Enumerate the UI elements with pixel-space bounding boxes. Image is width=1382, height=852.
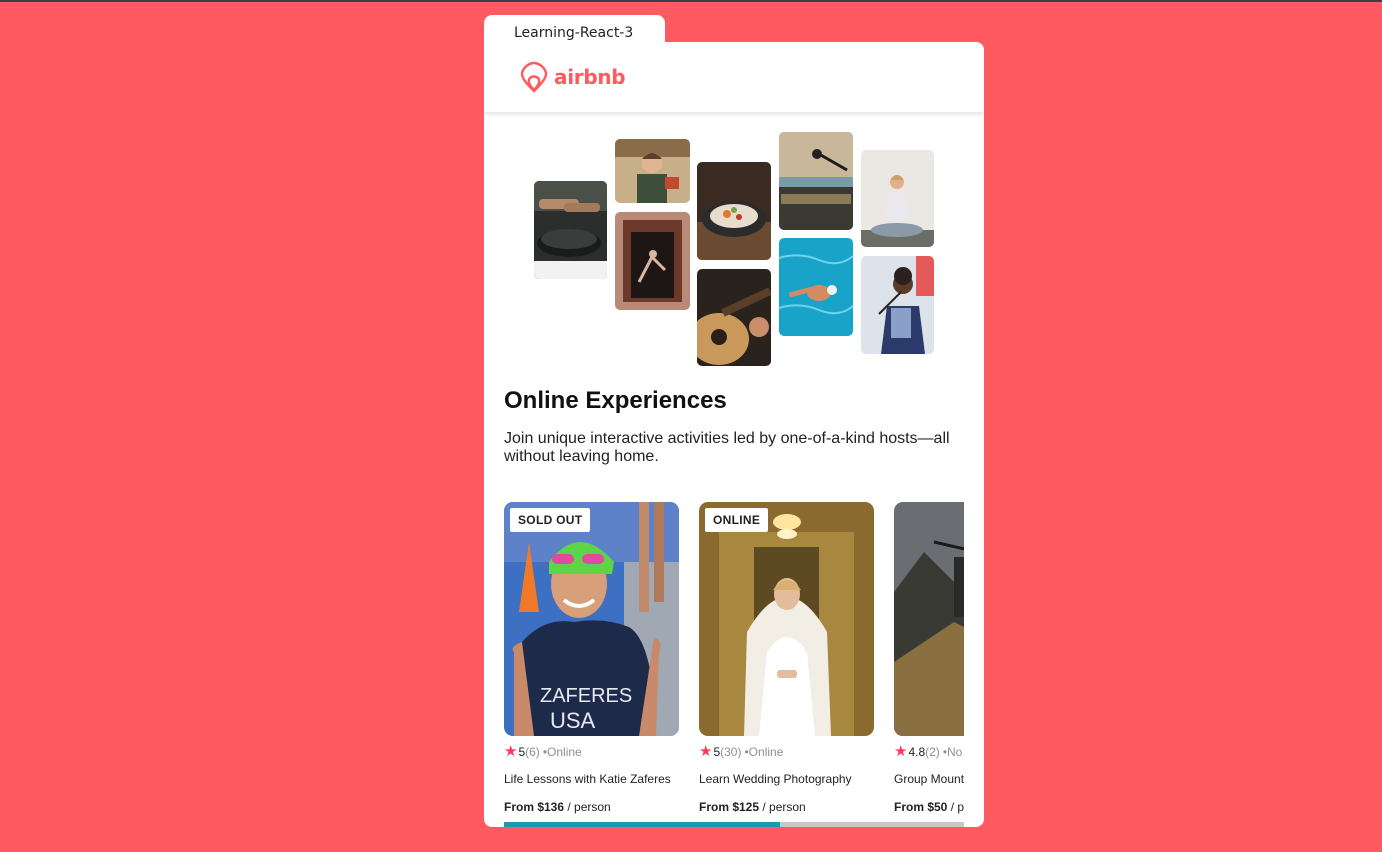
- hero-title: Online Experiences: [504, 387, 727, 414]
- card-price-unit: / person: [564, 800, 611, 814]
- card-title: Learn Wedding Photography: [699, 772, 852, 786]
- card-price: From $136 / person: [504, 800, 679, 814]
- meditation-photo: [861, 150, 934, 247]
- app-panel: airbnb Online Experiences Join unique in…: [484, 42, 984, 827]
- card-rating: 4.8: [908, 745, 926, 759]
- card-price-amount: From $50: [894, 800, 948, 814]
- card-price: From $50 / p: [894, 800, 964, 814]
- experience-card[interactable]: ZAFERES USA SOLD OUT ★ 5 (6) •Online Lif…: [504, 502, 679, 814]
- dancer-doorway-photo: [615, 212, 690, 310]
- card-location: •No: [942, 745, 963, 759]
- scrollbar-thumb[interactable]: [504, 822, 780, 827]
- woman-chef-photo: [615, 139, 690, 203]
- card-rating: 5: [518, 745, 526, 759]
- card-title: Life Lessons with Katie Zaferes: [504, 772, 671, 786]
- airbnb-logo[interactable]: airbnb: [519, 61, 626, 93]
- card-location: •Online: [744, 745, 784, 759]
- card-title: Group Mount: [894, 772, 964, 786]
- navbar: airbnb: [484, 42, 984, 112]
- brand-name: airbnb: [554, 65, 626, 89]
- card-price-amount: From $136: [504, 800, 565, 814]
- card-stats: ★ 4.8 (2) •No: [894, 743, 964, 760]
- star-icon: ★: [504, 743, 518, 760]
- card-review-count: (30): [720, 745, 742, 759]
- card-review-count: (6): [525, 745, 540, 759]
- status-badge: SOLD OUT: [510, 508, 591, 532]
- star-icon: ★: [894, 743, 908, 760]
- mountain-biker-photo: [894, 502, 964, 736]
- card-price-amount: From $125: [699, 800, 760, 814]
- card-price: From $125 / person: [699, 800, 874, 814]
- experience-card[interactable]: ONLINE ★ 5 (30) •Online Learn Wedding Ph…: [699, 502, 874, 814]
- bride-photo: ONLINE: [699, 502, 874, 736]
- star-icon: ★: [699, 743, 713, 760]
- tab-title: Learning-React-3: [514, 25, 634, 41]
- window-top-border: [0, 0, 1382, 2]
- swimmer-athlete-photo: ZAFERES USA SOLD OUT: [504, 502, 679, 736]
- card-stats: ★ 5 (30) •Online: [699, 743, 874, 760]
- hero-subtitle: Join unique interactive activities led b…: [504, 430, 950, 465]
- card-price-unit: / person: [759, 800, 806, 814]
- cooking-pan-photo: [534, 181, 607, 279]
- horizontal-scrollbar[interactable]: [504, 822, 964, 827]
- card-location: •Online: [542, 745, 582, 759]
- guitar-photo: [697, 269, 771, 366]
- singer-photo: [861, 256, 934, 354]
- svg-text:ZAFERES: ZAFERES: [540, 685, 632, 707]
- experience-card[interactable]: ★ 4.8 (2) •No Group Mount From $50 / p: [894, 502, 964, 814]
- plated-dish-photo: [697, 162, 771, 260]
- card-rating: 5: [713, 745, 721, 759]
- microphone-photo: [779, 132, 853, 230]
- experience-cards-scroller[interactable]: ZAFERES USA SOLD OUT ★ 5 (6) •Online Lif…: [504, 502, 964, 827]
- airbnb-belo-icon: [520, 61, 548, 93]
- svg-text:USA: USA: [550, 708, 596, 733]
- card-stats: ★ 5 (6) •Online: [504, 743, 679, 760]
- swimmer-photo: [779, 238, 853, 336]
- card-review-count: (2): [925, 745, 940, 759]
- status-badge: ONLINE: [705, 508, 769, 532]
- card-price-unit: / p: [947, 800, 964, 814]
